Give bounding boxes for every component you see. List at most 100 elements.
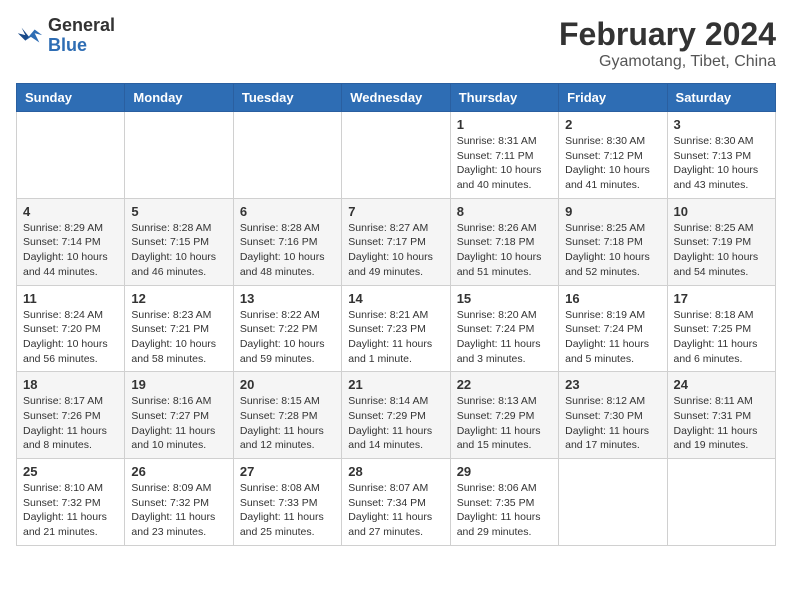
calendar-cell: 11 Sunrise: 8:24 AMSunset: 7:20 PMDayligh… bbox=[17, 285, 125, 372]
month-year-title: February 2024 bbox=[559, 16, 776, 53]
logo-general-label: General bbox=[48, 16, 115, 36]
calendar-cell: 27 Sunrise: 8:08 AMSunset: 7:33 PMDayligh… bbox=[233, 459, 341, 546]
calendar-header: SundayMondayTuesdayWednesdayThursdayFrid… bbox=[17, 84, 776, 112]
day-number: 20 bbox=[240, 377, 335, 392]
day-info: Sunrise: 8:28 AMSunset: 7:16 PMDaylight:… bbox=[240, 221, 335, 280]
day-info: Sunrise: 8:11 AMSunset: 7:31 PMDaylight:… bbox=[674, 394, 769, 453]
day-info: Sunrise: 8:20 AMSunset: 7:24 PMDaylight:… bbox=[457, 308, 552, 367]
day-info: Sunrise: 8:21 AMSunset: 7:23 PMDaylight:… bbox=[348, 308, 443, 367]
day-number: 7 bbox=[348, 204, 443, 219]
calendar-cell: 13 Sunrise: 8:22 AMSunset: 7:22 PMDayligh… bbox=[233, 285, 341, 372]
day-info: Sunrise: 8:06 AMSunset: 7:35 PMDaylight:… bbox=[457, 481, 552, 540]
calendar-week-row: 1 Sunrise: 8:31 AMSunset: 7:11 PMDaylight… bbox=[17, 112, 776, 199]
weekday-header-saturday: Saturday bbox=[667, 84, 775, 112]
calendar-cell: 18 Sunrise: 8:17 AMSunset: 7:26 PMDayligh… bbox=[17, 372, 125, 459]
day-info: Sunrise: 8:13 AMSunset: 7:29 PMDaylight:… bbox=[457, 394, 552, 453]
logo-bird-icon bbox=[16, 22, 44, 50]
day-number: 11 bbox=[23, 291, 118, 306]
day-info: Sunrise: 8:28 AMSunset: 7:15 PMDaylight:… bbox=[131, 221, 226, 280]
weekday-header-tuesday: Tuesday bbox=[233, 84, 341, 112]
calendar-cell bbox=[559, 459, 667, 546]
calendar-cell: 12 Sunrise: 8:23 AMSunset: 7:21 PMDayligh… bbox=[125, 285, 233, 372]
day-number: 21 bbox=[348, 377, 443, 392]
day-info: Sunrise: 8:09 AMSunset: 7:32 PMDaylight:… bbox=[131, 481, 226, 540]
day-info: Sunrise: 8:30 AMSunset: 7:13 PMDaylight:… bbox=[674, 134, 769, 193]
day-number: 1 bbox=[457, 117, 552, 132]
weekday-header-friday: Friday bbox=[559, 84, 667, 112]
day-number: 2 bbox=[565, 117, 660, 132]
calendar-cell: 22 Sunrise: 8:13 AMSunset: 7:29 PMDayligh… bbox=[450, 372, 558, 459]
calendar-cell: 8Sunrise: 8:26 AMSunset: 7:18 PMDaylight… bbox=[450, 198, 558, 285]
calendar-cell: 2 Sunrise: 8:30 AMSunset: 7:12 PMDaylight… bbox=[559, 112, 667, 199]
calendar-cell: 3 Sunrise: 8:30 AMSunset: 7:13 PMDaylight… bbox=[667, 112, 775, 199]
calendar-table: SundayMondayTuesdayWednesdayThursdayFrid… bbox=[16, 83, 776, 546]
day-number: 17 bbox=[674, 291, 769, 306]
day-number: 24 bbox=[674, 377, 769, 392]
calendar-cell: 28 Sunrise: 8:07 AMSunset: 7:34 PMDayligh… bbox=[342, 459, 450, 546]
calendar-cell: 5Sunrise: 8:28 AMSunset: 7:15 PMDaylight… bbox=[125, 198, 233, 285]
day-info: Sunrise: 8:26 AMSunset: 7:18 PMDaylight:… bbox=[457, 221, 552, 280]
calendar-cell: 29 Sunrise: 8:06 AMSunset: 7:35 PMDayligh… bbox=[450, 459, 558, 546]
day-number: 27 bbox=[240, 464, 335, 479]
calendar-week-row: 25Sunrise: 8:10 AMSunset: 7:32 PMDayligh… bbox=[17, 459, 776, 546]
calendar-cell: 21 Sunrise: 8:14 AMSunset: 7:29 PMDayligh… bbox=[342, 372, 450, 459]
day-info: Sunrise: 8:31 AMSunset: 7:11 PMDaylight:… bbox=[457, 134, 552, 193]
calendar-cell: 19 Sunrise: 8:16 AMSunset: 7:27 PMDayligh… bbox=[125, 372, 233, 459]
calendar-cell: 14 Sunrise: 8:21 AMSunset: 7:23 PMDayligh… bbox=[342, 285, 450, 372]
day-info: Sunrise: 8:22 AMSunset: 7:22 PMDaylight:… bbox=[240, 308, 335, 367]
logo-text: General Blue bbox=[48, 16, 115, 56]
calendar-cell: 1 Sunrise: 8:31 AMSunset: 7:11 PMDaylight… bbox=[450, 112, 558, 199]
day-number: 23 bbox=[565, 377, 660, 392]
title-area: February 2024 Gyamotang, Tibet, China bbox=[559, 16, 776, 71]
day-number: 15 bbox=[457, 291, 552, 306]
day-info: Sunrise: 8:12 AMSunset: 7:30 PMDaylight:… bbox=[565, 394, 660, 453]
day-number: 14 bbox=[348, 291, 443, 306]
calendar-week-row: 11 Sunrise: 8:24 AMSunset: 7:20 PMDayligh… bbox=[17, 285, 776, 372]
logo-blue-label: Blue bbox=[48, 36, 115, 56]
calendar-cell bbox=[233, 112, 341, 199]
header: General Blue February 2024 Gyamotang, Ti… bbox=[16, 16, 776, 71]
logo: General Blue bbox=[16, 16, 115, 56]
day-number: 6 bbox=[240, 204, 335, 219]
day-number: 16 bbox=[565, 291, 660, 306]
day-number: 22 bbox=[457, 377, 552, 392]
day-info: Sunrise: 8:25 AMSunset: 7:18 PMDaylight:… bbox=[565, 221, 660, 280]
day-number: 12 bbox=[131, 291, 226, 306]
day-number: 10 bbox=[674, 204, 769, 219]
calendar-cell: 4 Sunrise: 8:29 AMSunset: 7:14 PMDaylight… bbox=[17, 198, 125, 285]
weekday-header-thursday: Thursday bbox=[450, 84, 558, 112]
calendar-cell: 17Sunrise: 8:18 AMSunset: 7:25 PMDayligh… bbox=[667, 285, 775, 372]
day-info: Sunrise: 8:07 AMSunset: 7:34 PMDaylight:… bbox=[348, 481, 443, 540]
day-number: 4 bbox=[23, 204, 118, 219]
weekday-header-row: SundayMondayTuesdayWednesdayThursdayFrid… bbox=[17, 84, 776, 112]
day-number: 28 bbox=[348, 464, 443, 479]
calendar-cell: 15 Sunrise: 8:20 AMSunset: 7:24 PMDayligh… bbox=[450, 285, 558, 372]
day-info: Sunrise: 8:27 AMSunset: 7:17 PMDaylight:… bbox=[348, 221, 443, 280]
day-info: Sunrise: 8:16 AMSunset: 7:27 PMDaylight:… bbox=[131, 394, 226, 453]
calendar-cell bbox=[667, 459, 775, 546]
day-info: Sunrise: 8:15 AMSunset: 7:28 PMDaylight:… bbox=[240, 394, 335, 453]
day-number: 25 bbox=[23, 464, 118, 479]
calendar-cell: 10Sunrise: 8:25 AMSunset: 7:19 PMDayligh… bbox=[667, 198, 775, 285]
calendar-cell: 23 Sunrise: 8:12 AMSunset: 7:30 PMDayligh… bbox=[559, 372, 667, 459]
day-number: 18 bbox=[23, 377, 118, 392]
day-number: 29 bbox=[457, 464, 552, 479]
day-info: Sunrise: 8:17 AMSunset: 7:26 PMDaylight:… bbox=[23, 394, 118, 453]
day-info: Sunrise: 8:08 AMSunset: 7:33 PMDaylight:… bbox=[240, 481, 335, 540]
location-label: Gyamotang, Tibet, China bbox=[559, 53, 776, 71]
calendar-cell: 7 Sunrise: 8:27 AMSunset: 7:17 PMDaylight… bbox=[342, 198, 450, 285]
calendar-cell bbox=[17, 112, 125, 199]
calendar-cell bbox=[342, 112, 450, 199]
calendar-body: 1 Sunrise: 8:31 AMSunset: 7:11 PMDaylight… bbox=[17, 112, 776, 546]
weekday-header-sunday: Sunday bbox=[17, 84, 125, 112]
day-info: Sunrise: 8:30 AMSunset: 7:12 PMDaylight:… bbox=[565, 134, 660, 193]
day-number: 19 bbox=[131, 377, 226, 392]
calendar-week-row: 18 Sunrise: 8:17 AMSunset: 7:26 PMDayligh… bbox=[17, 372, 776, 459]
day-number: 3 bbox=[674, 117, 769, 132]
day-info: Sunrise: 8:29 AMSunset: 7:14 PMDaylight:… bbox=[23, 221, 118, 280]
day-info: Sunrise: 8:24 AMSunset: 7:20 PMDaylight:… bbox=[23, 308, 118, 367]
day-number: 13 bbox=[240, 291, 335, 306]
calendar-cell: 24 Sunrise: 8:11 AMSunset: 7:31 PMDayligh… bbox=[667, 372, 775, 459]
day-info: Sunrise: 8:23 AMSunset: 7:21 PMDaylight:… bbox=[131, 308, 226, 367]
day-info: Sunrise: 8:14 AMSunset: 7:29 PMDaylight:… bbox=[348, 394, 443, 453]
